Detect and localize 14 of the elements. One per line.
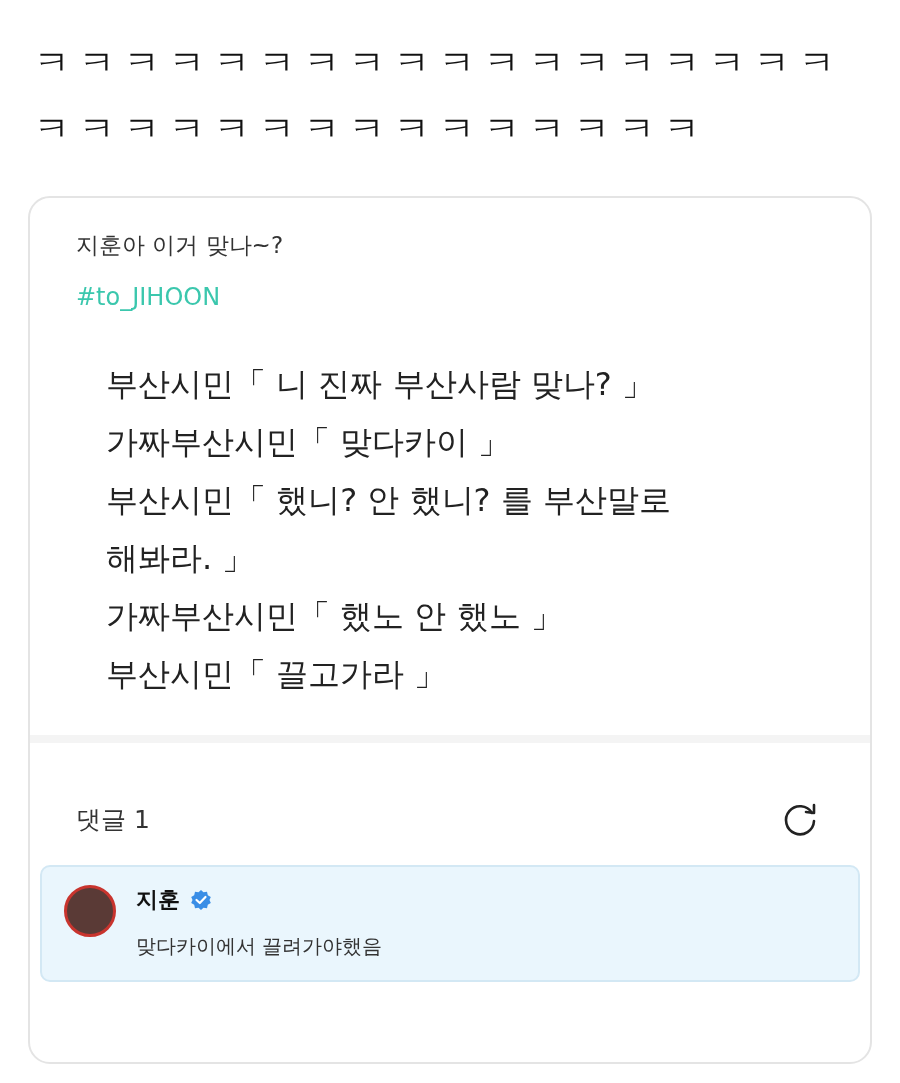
avatar [64,885,116,937]
post-text-line: 부산시민「 했니? 안 했니? 를 부산말로 [106,480,671,521]
post-text-line: 부산시민「 니 진짜 부산사람 맞나? 」 [106,364,654,405]
post-caption: 지훈아 이거 맞나~? [76,231,284,260]
post-text-line: 가짜부산시민「 맞다카이 」 [106,422,511,463]
post-text-line: 해봐라. 」 [106,538,255,579]
post-text-line: 부산시민「 끌고가라 」 [106,654,447,695]
comment-author: 지훈 [136,886,180,914]
laugh-text: ㅋㅋㅋㅋㅋㅋㅋㅋㅋㅋㅋㅋㅋㅋㅋㅋㅋㅋ [34,41,844,85]
comment-text: 맞다카이에서 끌려가야했음 [136,933,383,960]
post-text-line: 가짜부산시민「 했노 안 했노 」 [106,596,563,637]
comment-count: 댓글 1 [76,803,150,836]
laugh-text: ㅋㅋㅋㅋㅋㅋㅋㅋㅋㅋㅋㅋㅋㅋㅋ [34,107,709,151]
hashtag-link[interactable]: #to_JIHOON [76,283,221,311]
